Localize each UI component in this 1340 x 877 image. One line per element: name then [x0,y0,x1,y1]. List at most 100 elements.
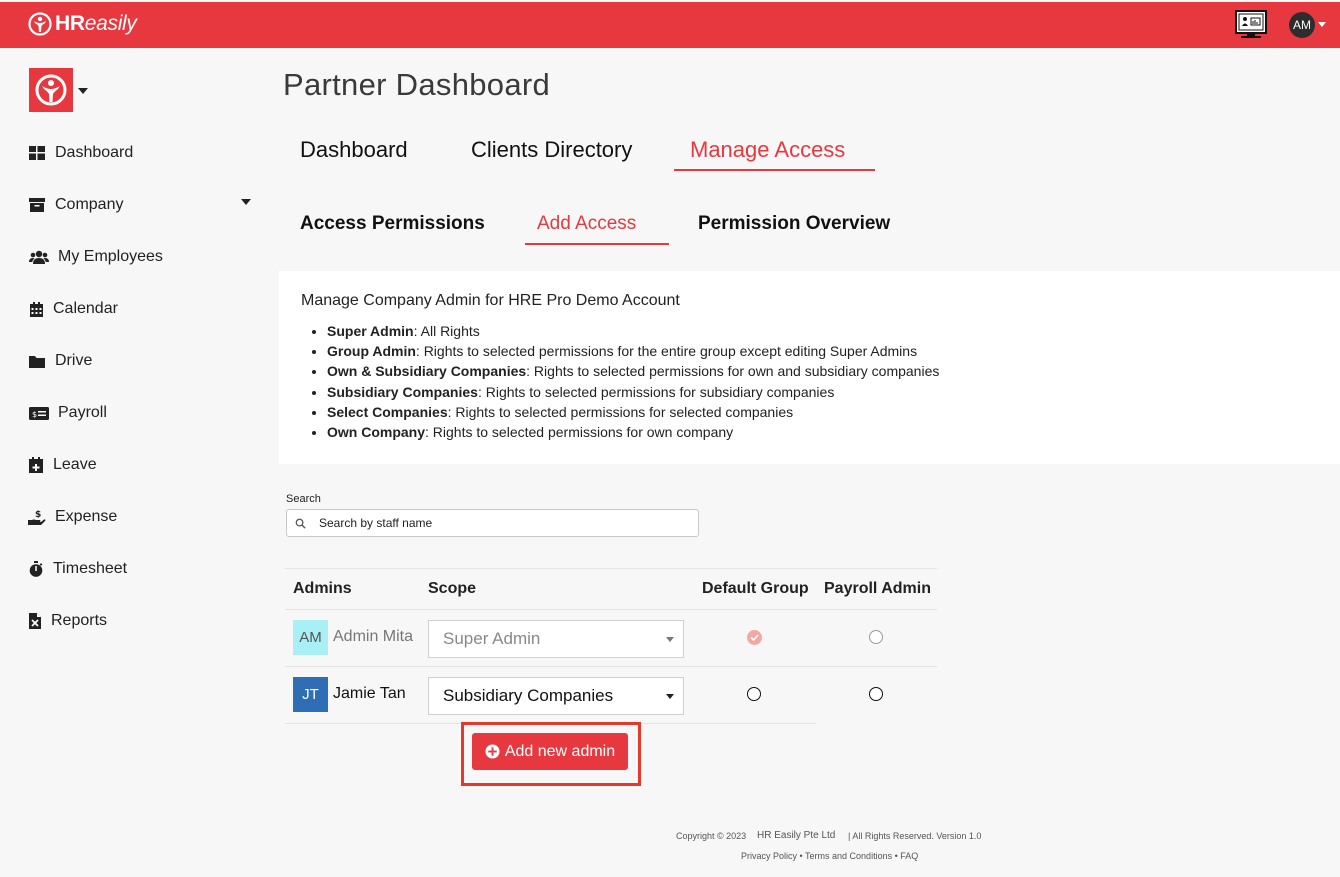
info-title: Manage Company Admin for HRE Pro Demo Ac… [301,292,680,309]
sidebar-item-my-employees[interactable]: My Employees [28,245,163,269]
column-header-admins: Admins [293,580,352,597]
list-item: Select Companies: Rights to selected per… [327,402,939,422]
role-term: Select Companies [327,403,448,420]
sidebar-item-label: My Employees [58,248,163,265]
admin-roles-info-panel: Manage Company Admin for HRE Pro Demo Ac… [279,271,1340,464]
column-header-payroll-admin: Payroll Admin [824,580,931,597]
user-menu-chevron-down-icon[interactable] [1318,22,1326,27]
privacy-policy-link[interactable]: Privacy Policy [741,851,797,861]
sidebar-item-label: Drive [55,352,93,369]
subtab-add-access[interactable]: Add Access [537,213,636,235]
tab-manage-access[interactable]: Manage Access [690,137,845,163]
default-group-checked-icon [747,630,762,645]
role-term: Subsidiary Companies [327,383,478,400]
sidebar-item-label: Company [55,196,124,213]
folder-icon [28,352,46,370]
svg-text:$: $ [32,410,37,419]
sidebar-item-leave[interactable]: Leave [28,453,97,477]
list-item: Own & Subsidiary Companies: Rights to se… [327,361,939,381]
search-input[interactable] [319,516,679,530]
sidebar-item-drive[interactable]: Drive [28,349,92,373]
sidebar-item-label: Timesheet [53,560,128,577]
column-header-scope: Scope [428,580,477,597]
tab-clients-directory[interactable]: Clients Directory [471,137,632,163]
admin-name: Admin Mita [333,628,414,645]
role-term: Own & Subsidiary Companies [327,363,527,380]
calendar-plus-icon [28,456,44,474]
sidebar-item-dashboard[interactable]: Dashboard [28,141,133,165]
chevron-down-icon [666,694,674,699]
list-item: Super Admin: All Rights [327,321,939,341]
scope-select: Super Admin [428,620,684,658]
footer-links: Privacy Policy • Terms and Conditions • … [741,851,918,861]
default-group-radio[interactable] [747,687,761,701]
sidebar-item-label: Payroll [58,404,107,421]
role-desc: : Rights to selected permissions for sel… [447,403,794,420]
sidebar-item-company[interactable]: Company [28,193,123,217]
sidebar-item-label: Leave [53,456,97,473]
sidebar-item-label: Expense [55,508,118,525]
role-desc: : Rights to selected permissions for own… [526,363,940,380]
avatar: AM [293,620,328,655]
footer-rights: | All Rights Reserved. Version 1.0 [848,831,982,841]
company-logo[interactable] [29,68,73,112]
company-switcher-chevron-down-icon[interactable] [78,88,88,94]
scope-select[interactable]: Subsidiary Companies [428,677,684,715]
sidebar-item-calendar[interactable]: Calendar [28,297,118,321]
search-label: Search [286,493,321,505]
sidebar-item-payroll[interactable]: $ Payroll [28,401,107,425]
faq-link[interactable]: FAQ [900,851,918,861]
tab-dashboard[interactable]: Dashboard [300,137,408,163]
search-icon [295,518,306,529]
list-item: Subsidiary Companies: Rights to selected… [327,382,939,402]
active-tab-indicator [674,169,875,171]
brand-name: HReasily [55,12,137,35]
add-new-admin-button[interactable]: Add new admin [472,733,628,770]
subtab-access-permissions[interactable]: Access Permissions [300,213,485,235]
file-excel-icon [28,612,42,630]
footer-separator: • [799,851,803,861]
brand-logo[interactable]: HReasily [28,12,137,36]
scope-value: Subsidiary Companies [443,686,614,705]
role-desc: : All Rights [413,323,480,339]
user-initials: AM [1293,18,1311,32]
list-item: Own Company: Rights to selected permissi… [327,422,939,442]
role-desc: : Rights to selected permissions for own… [425,424,734,441]
calendar-icon [28,300,44,318]
top-navbar: HReasily AM [0,2,1340,48]
column-header-default-group: Default Group [702,580,809,597]
payroll-admin-radio[interactable] [869,687,883,701]
table-header-divider [285,609,937,610]
scope-value: Super Admin [443,629,541,648]
sidebar-item-label: Reports [51,612,108,629]
stopwatch-icon [28,560,44,578]
subtab-permission-overview[interactable]: Permission Overview [698,213,890,235]
terms-link[interactable]: Terms and Conditions [805,851,892,861]
sidebar-item-expense[interactable]: $ Expense [28,505,117,529]
role-desc: : Rights to selected permissions for sub… [477,383,835,400]
search-field[interactable] [286,509,699,537]
admin-name: Jamie Tan [333,685,406,702]
role-description-list: Super Admin: All Rights Group Admin: Rig… [327,321,939,442]
list-item: Group Admin: Rights to selected permissi… [327,341,939,361]
sidebar-item-timesheet[interactable]: Timesheet [28,557,127,581]
hand-holding-dollar-icon: $ [28,508,46,526]
chevron-down-icon [666,637,674,642]
active-subtab-indicator [525,243,669,245]
company-expand-chevron-down-icon[interactable] [241,199,251,205]
avatar: JT [293,677,328,712]
users-icon [28,248,49,266]
page-title: Partner Dashboard [283,67,551,102]
footer-company: HR Easily Pte Ltd [757,830,836,841]
dashboard-grid-icon [28,144,46,162]
footer-copyright: Copyright © 2023 [676,831,747,841]
svg-text:$: $ [35,510,41,520]
plus-circle-icon [485,744,500,759]
row-divider [285,666,937,667]
user-avatar[interactable]: AM [1289,12,1315,38]
sidebar-item-reports[interactable]: Reports [28,609,107,633]
role-term: Super Admin [327,323,414,339]
sidebar-item-label: Dashboard [55,144,134,161]
archive-box-icon [28,196,46,214]
presentation-monitor-icon[interactable] [1235,10,1267,40]
